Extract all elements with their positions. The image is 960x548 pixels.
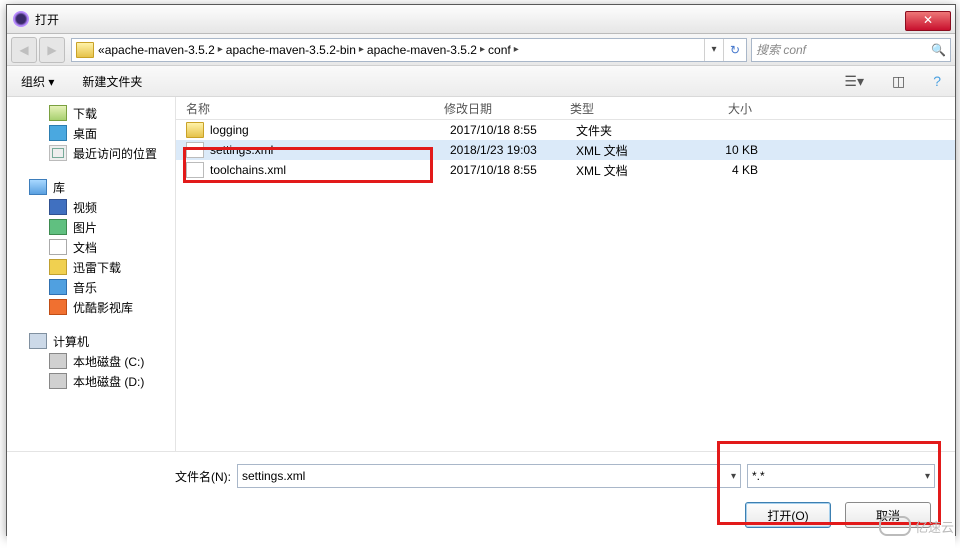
- navbar: ◀ ▶ « apache-maven-3.5.2▸ apache-maven-3…: [7, 34, 955, 66]
- filename-label: 文件名(N):: [157, 468, 231, 485]
- view-menu-icon[interactable]: ☰▾: [844, 73, 864, 90]
- file-icon: [186, 142, 204, 158]
- list-item[interactable]: toolchains.xml 2017/10/18 8:55 XML 文档 4 …: [176, 160, 955, 180]
- filename-input[interactable]: settings.xml ▾: [237, 464, 741, 488]
- breadcrumb-item[interactable]: conf▸: [488, 43, 522, 57]
- breadcrumb-item[interactable]: apache-maven-3.5.2▸: [367, 43, 488, 57]
- col-type[interactable]: 类型: [570, 100, 682, 117]
- sidebar-item-computer[interactable]: 计算机: [7, 331, 175, 351]
- list-item[interactable]: logging 2017/10/18 8:55 文件夹: [176, 120, 955, 140]
- sidebar-item-desktop[interactable]: 桌面: [7, 123, 175, 143]
- filetype-filter[interactable]: *.* ▾: [747, 464, 935, 488]
- column-headers: 名称 修改日期 类型 大小: [176, 97, 955, 120]
- sidebar-item-youku[interactable]: 优酷影视库: [7, 297, 175, 317]
- footer: 文件名(N): settings.xml ▾ *.* ▾ 打开(O) 取消: [7, 451, 955, 548]
- preview-pane-icon[interactable]: ◫: [892, 73, 905, 90]
- sidebar: 下载 桌面 最近访问的位置 库 视频 图片 文档 迅雷下载 音乐 优酷影视库 计…: [7, 97, 176, 451]
- folder-icon: [186, 122, 204, 138]
- organize-menu[interactable]: 组织 ▾: [21, 73, 54, 90]
- refresh-button[interactable]: ↻: [723, 39, 746, 61]
- open-dialog: 打开 ✕ ◀ ▶ « apache-maven-3.5.2▸ apache-ma…: [6, 4, 956, 536]
- chevron-down-icon[interactable]: ▾: [925, 471, 930, 482]
- sidebar-item-libraries[interactable]: 库: [7, 177, 175, 197]
- sidebar-item-xunlei[interactable]: 迅雷下载: [7, 257, 175, 277]
- folder-icon: [76, 42, 94, 58]
- search-icon: 🔍: [931, 43, 946, 57]
- content-area: 下载 桌面 最近访问的位置 库 视频 图片 文档 迅雷下载 音乐 优酷影视库 计…: [7, 97, 955, 451]
- back-button[interactable]: ◀: [11, 37, 37, 63]
- address-dropdown[interactable]: ▾: [704, 39, 723, 61]
- col-date[interactable]: 修改日期: [444, 100, 570, 117]
- sidebar-item-music[interactable]: 音乐: [7, 277, 175, 297]
- col-name[interactable]: 名称: [186, 100, 444, 117]
- sidebar-item-disk-c[interactable]: 本地磁盘 (C:): [7, 351, 175, 371]
- close-button[interactable]: ✕: [905, 11, 951, 31]
- forward-button[interactable]: ▶: [39, 37, 65, 63]
- chevron-down-icon[interactable]: ▾: [731, 471, 736, 482]
- watermark-logo-icon: [879, 516, 911, 536]
- watermark: 亿速云: [879, 516, 954, 536]
- search-input[interactable]: 搜索 conf 🔍: [751, 38, 951, 62]
- sidebar-item-recent[interactable]: 最近访问的位置: [7, 143, 175, 163]
- breadcrumb-prefix: «: [98, 43, 105, 57]
- sidebar-item-pictures[interactable]: 图片: [7, 217, 175, 237]
- open-button[interactable]: 打开(O): [745, 502, 831, 528]
- breadcrumb-item[interactable]: apache-maven-3.5.2▸: [105, 43, 226, 57]
- col-size[interactable]: 大小: [682, 100, 752, 117]
- list-item[interactable]: settings.xml 2018/1/23 19:03 XML 文档 10 K…: [176, 140, 955, 160]
- sidebar-item-videos[interactable]: 视频: [7, 197, 175, 217]
- file-list-panel: 名称 修改日期 类型 大小 logging 2017/10/18 8:55 文件…: [176, 97, 955, 451]
- help-icon[interactable]: ?: [933, 73, 941, 89]
- file-icon: [186, 162, 204, 178]
- window-title: 打开: [35, 11, 59, 28]
- toolbar: 组织 ▾ 新建文件夹 ☰▾ ◫ ?: [7, 66, 955, 97]
- sidebar-item-disk-d[interactable]: 本地磁盘 (D:): [7, 371, 175, 391]
- breadcrumb-item[interactable]: apache-maven-3.5.2-bin▸: [226, 43, 367, 57]
- address-bar[interactable]: « apache-maven-3.5.2▸ apache-maven-3.5.2…: [71, 38, 747, 62]
- new-folder-button[interactable]: 新建文件夹: [82, 73, 142, 90]
- eclipse-icon: [13, 11, 29, 27]
- search-placeholder: 搜索 conf: [756, 41, 806, 58]
- file-list: logging 2017/10/18 8:55 文件夹 settings.xml…: [176, 120, 955, 180]
- sidebar-item-downloads[interactable]: 下载: [7, 103, 175, 123]
- titlebar: 打开 ✕: [7, 5, 955, 34]
- sidebar-item-documents[interactable]: 文档: [7, 237, 175, 257]
